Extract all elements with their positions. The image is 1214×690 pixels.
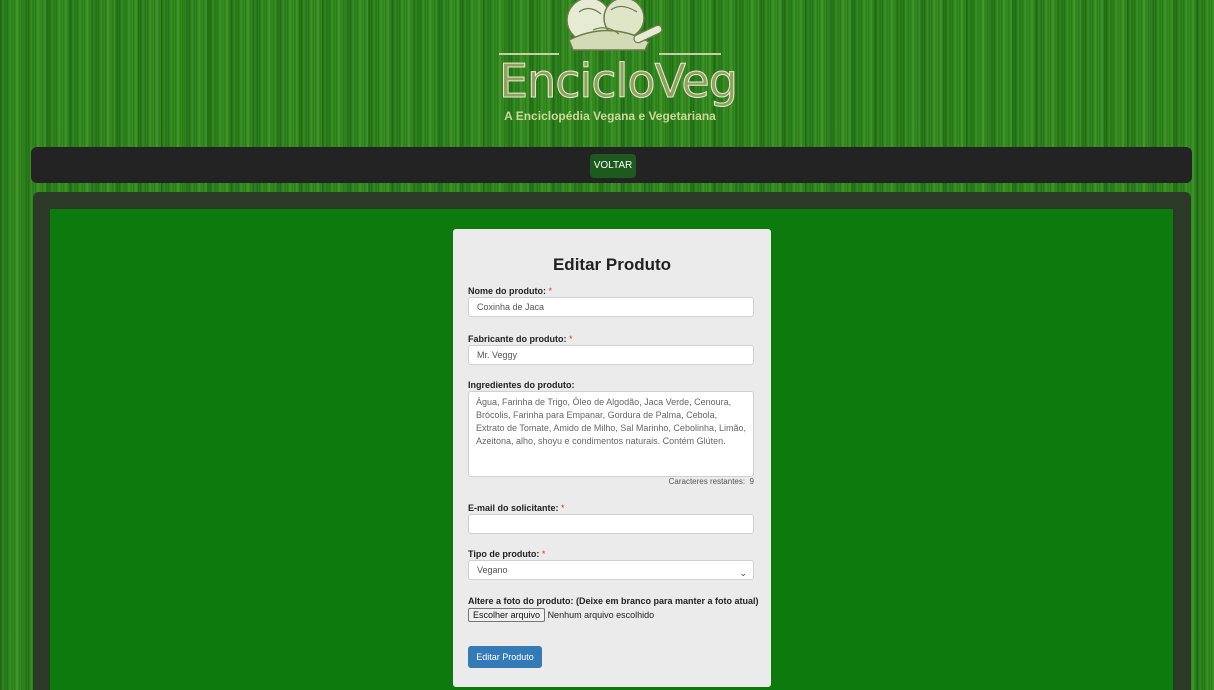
product-maker-label: Fabricante do produto: * — [468, 334, 573, 344]
file-status: Nenhum arquivo escolhido — [547, 610, 655, 620]
characters-remaining-count: 9 — [749, 477, 754, 486]
product-type-label: Tipo de produto: * — [468, 549, 546, 559]
required-mark: * — [548, 286, 553, 296]
product-maker-input[interactable] — [468, 345, 754, 365]
product-type-value: Vegano — [477, 565, 508, 575]
characters-remaining: Caracteres restantes: 9 — [668, 477, 754, 486]
ingredients-textarea[interactable]: Água, Farinha de Trigo, Óleo de Algodão,… — [468, 391, 754, 477]
photo-label: Altere a foto do produto: (Deixe em bran… — [468, 596, 759, 606]
email-label: E-mail do solicitante: * — [468, 503, 565, 513]
required-mark: * — [541, 549, 546, 559]
product-type-select[interactable]: Vegano ⌄ — [468, 560, 754, 580]
edit-product-button[interactable]: Editar Produto — [468, 646, 542, 668]
product-name-input[interactable] — [468, 297, 754, 317]
product-name-label: Nome do produto: * — [468, 286, 553, 296]
required-mark: * — [569, 334, 573, 344]
required-mark: * — [561, 503, 565, 513]
choose-file-button[interactable]: Escolher arquivo — [468, 608, 546, 622]
file-picker: Escolher arquivo Nenhum arquivo escolhid… — [468, 608, 654, 622]
chevron-down-icon: ⌄ — [739, 568, 747, 578]
email-input[interactable] — [468, 514, 754, 534]
ingredients-label: Ingredientes do produto: — [468, 380, 575, 390]
